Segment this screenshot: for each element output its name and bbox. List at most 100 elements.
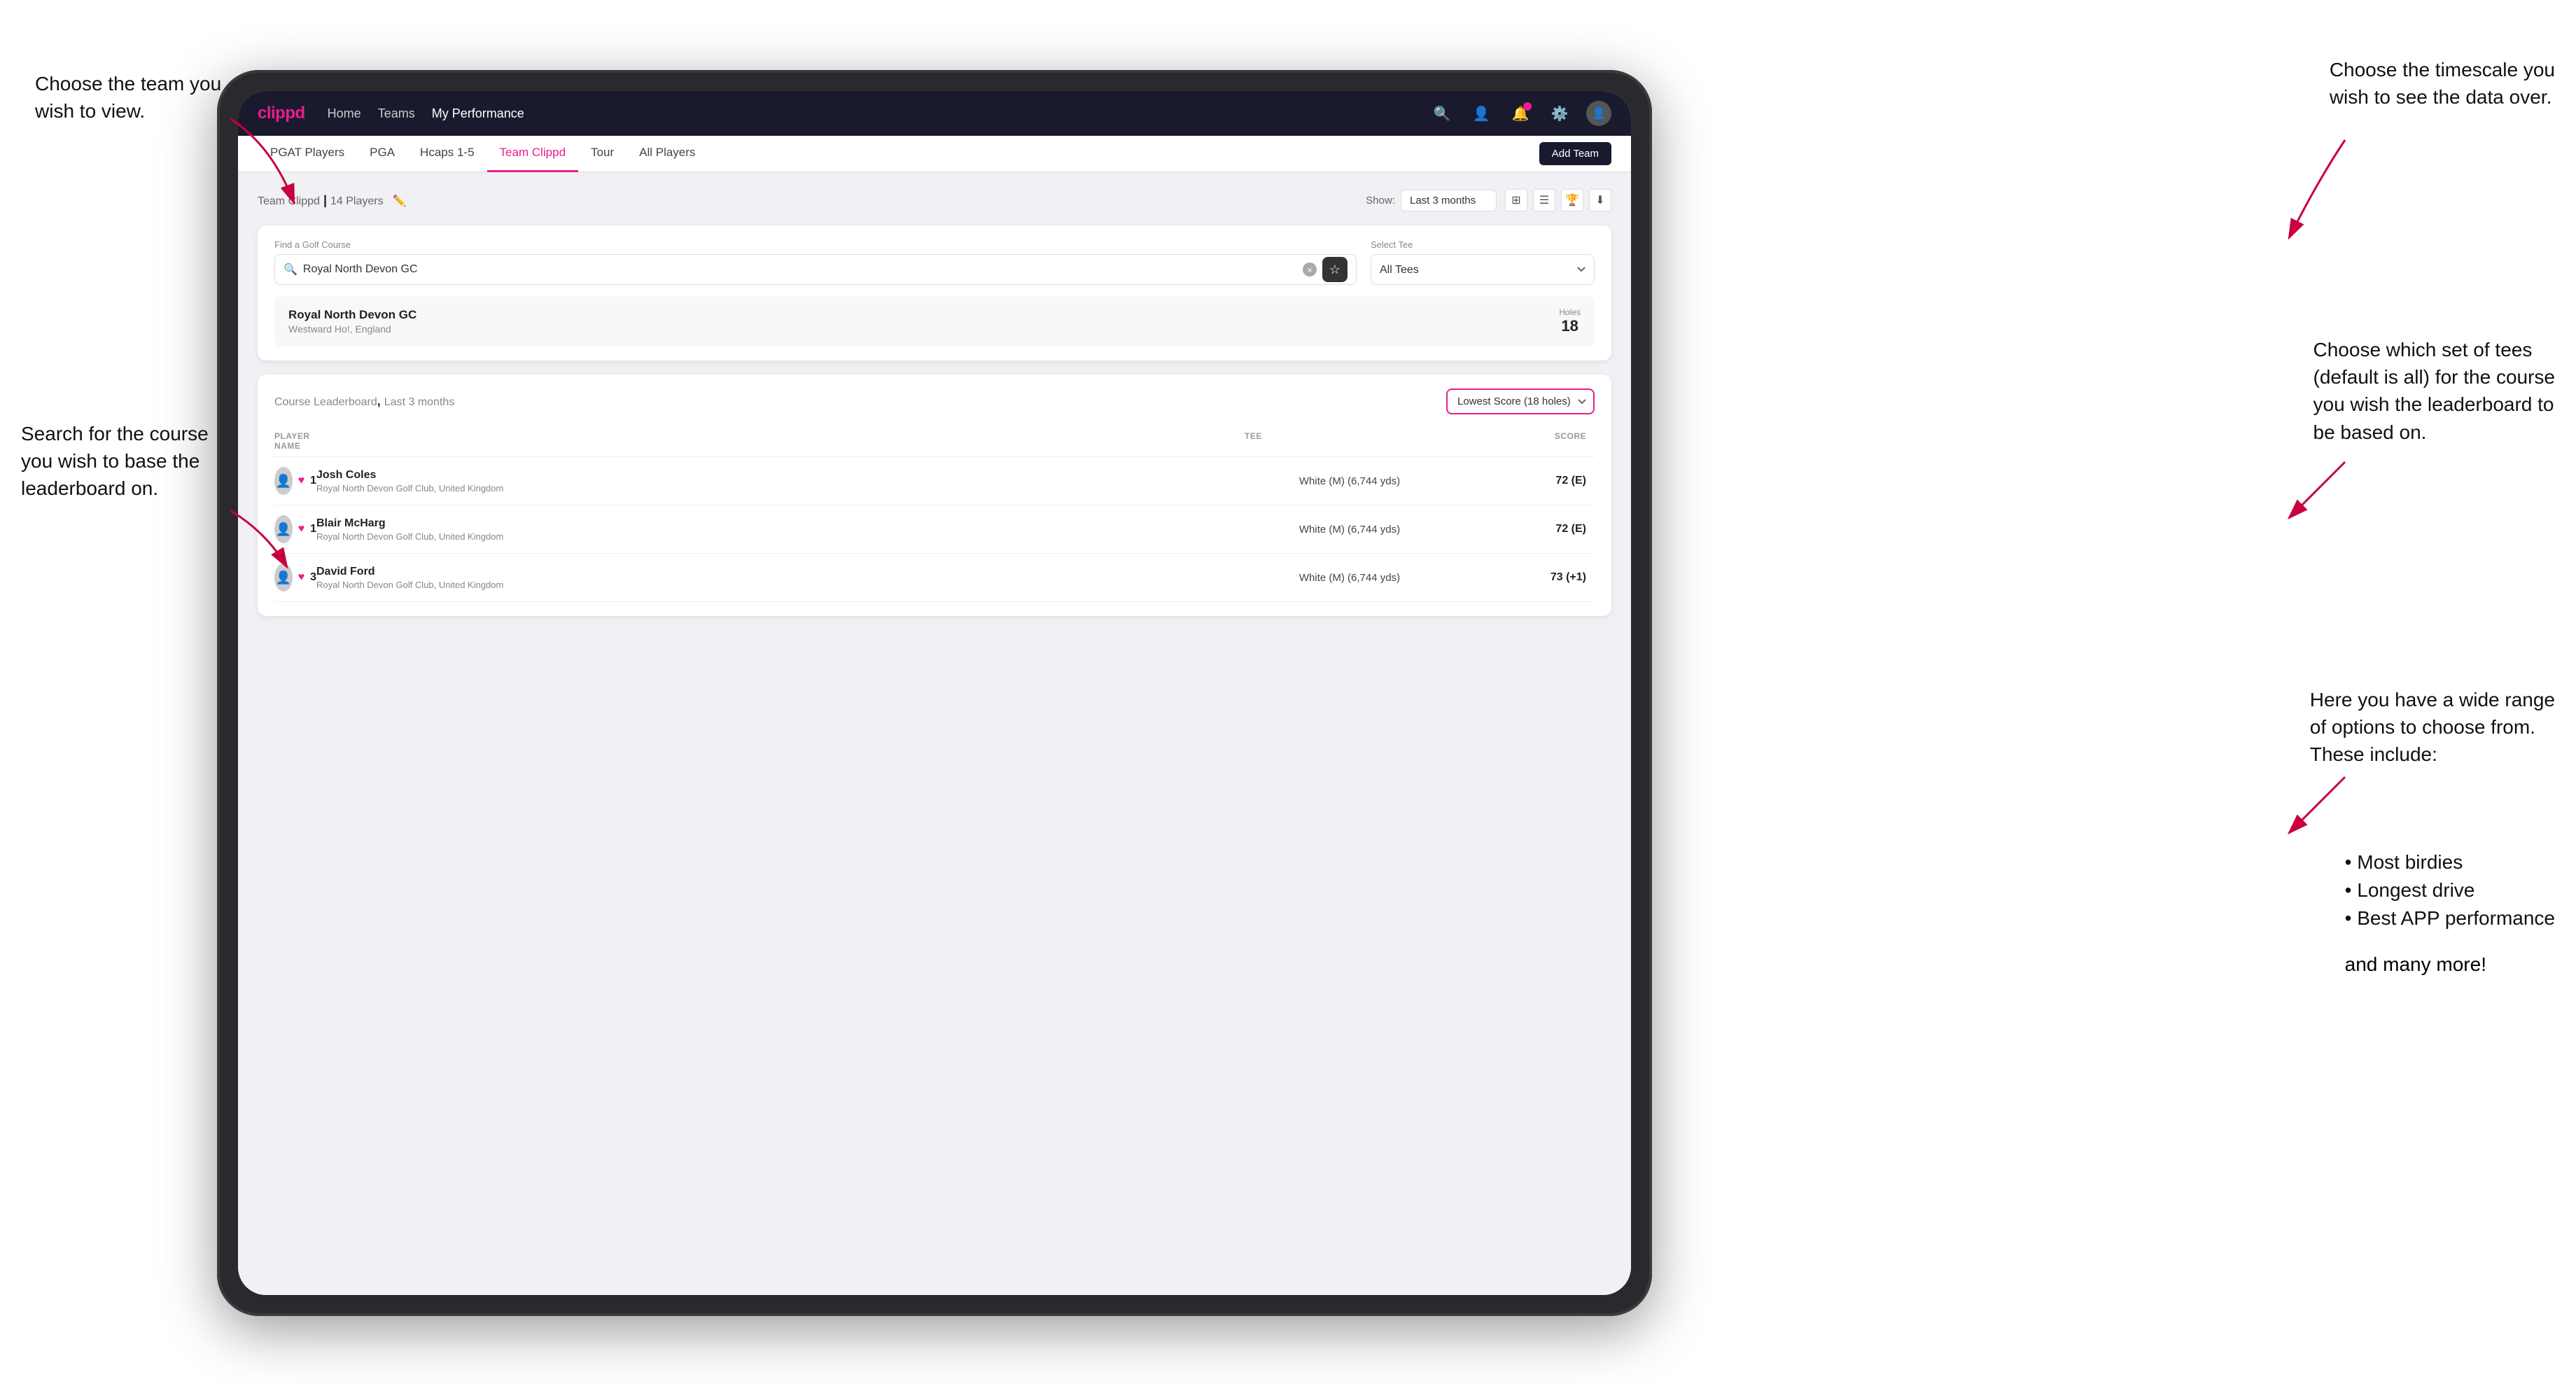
tee-select[interactable]: All Tees bbox=[1371, 254, 1595, 285]
player-club-3: Royal North Devon Golf Club, United King… bbox=[316, 580, 503, 590]
show-dropdown[interactable]: Last 3 months bbox=[1401, 190, 1497, 211]
table-header: PLAYER NAME TEE SCORE bbox=[274, 426, 1595, 457]
leaderboard-header: Course Leaderboard, Last 3 months Lowest… bbox=[274, 388, 1595, 414]
and-many-more: and many more! bbox=[2345, 953, 2555, 976]
player-name-3: David Ford bbox=[316, 566, 503, 578]
avatar-3: 👤 bbox=[274, 564, 293, 592]
leaderboard-section: Course Leaderboard, Last 3 months Lowest… bbox=[258, 374, 1611, 616]
search-button[interactable]: 🔍 bbox=[1429, 101, 1455, 126]
tablet-screen: clippd Home Teams My Performance 🔍 👤 🔔 ⚙… bbox=[238, 91, 1631, 1295]
player-info-3: David Ford Royal North Devon Golf Club, … bbox=[316, 566, 503, 590]
people-button[interactable]: 👤 bbox=[1469, 101, 1494, 126]
avatar-2: 👤 bbox=[274, 515, 293, 543]
download-button[interactable]: ⬇ bbox=[1589, 189, 1611, 211]
course-search-input[interactable] bbox=[303, 263, 1303, 276]
rank-2: 1 bbox=[310, 523, 316, 536]
bullet-list-container: Most birdies Longest drive Best APP perf… bbox=[2345, 840, 2555, 976]
col-tee: TEE bbox=[1245, 431, 1455, 451]
list-view-button[interactable]: ☰ bbox=[1533, 189, 1555, 211]
score-type-dropdown[interactable]: Lowest Score (18 holes) bbox=[1446, 388, 1595, 414]
arrow-options bbox=[2275, 763, 2555, 847]
show-label: Show: bbox=[1366, 195, 1395, 206]
holes-number: 18 bbox=[1559, 317, 1581, 335]
tee-cell-1: White (M) (6,744 yds) bbox=[1245, 475, 1455, 487]
clear-search-button[interactable]: × bbox=[1303, 262, 1317, 276]
heart-icon-2: ♥ bbox=[298, 523, 305, 536]
holes-label: Holes bbox=[1559, 307, 1581, 317]
tee-label: Select Tee bbox=[1371, 239, 1595, 250]
leaderboard-table: PLAYER NAME TEE SCORE 👤 ♥ 1 bbox=[274, 426, 1595, 602]
subnav-team-clippd[interactable]: Team Clippd bbox=[487, 136, 579, 172]
arrow-timescale bbox=[2275, 126, 2555, 266]
nav-my-performance[interactable]: My Performance bbox=[432, 106, 524, 121]
annotation-search-course: Search for the courseyou wish to base th… bbox=[21, 420, 209, 503]
arrow-tees bbox=[2275, 448, 2555, 532]
col-score: SCORE bbox=[1455, 431, 1595, 451]
table-row: 👤 ♥ 1 Blair McHarg Royal North Devon Gol… bbox=[274, 505, 1595, 554]
rank-cell-1: 👤 ♥ 1 bbox=[274, 467, 316, 495]
tee-cell-2: White (M) (6,744 yds) bbox=[1245, 524, 1455, 536]
score-cell-1: 72 (E) bbox=[1455, 475, 1595, 487]
notifications-button[interactable]: 🔔 bbox=[1508, 101, 1533, 126]
score-cell-2: 72 (E) bbox=[1455, 523, 1595, 536]
table-row: 👤 ♥ 1 Josh Coles Royal North Devon Golf … bbox=[274, 457, 1595, 505]
rank-cell-3: 👤 ♥ 3 bbox=[274, 564, 316, 592]
tablet-frame: clippd Home Teams My Performance 🔍 👤 🔔 ⚙… bbox=[217, 70, 1652, 1316]
avatar[interactable]: 👤 bbox=[1586, 101, 1611, 126]
course-location: Westward Ho!, England bbox=[288, 323, 416, 335]
bullet-most-birdies: Most birdies bbox=[2345, 848, 2555, 876]
tee-cell-3: White (M) (6,744 yds) bbox=[1245, 572, 1455, 584]
heart-icon-1: ♥ bbox=[298, 475, 305, 487]
rank-3: 3 bbox=[310, 571, 316, 584]
settings-button[interactable]: ⚙️ bbox=[1547, 101, 1572, 126]
nav-home[interactable]: Home bbox=[328, 106, 361, 121]
edit-icon[interactable]: ✏️ bbox=[393, 195, 407, 207]
player-name-2: Blair McHarg bbox=[316, 517, 503, 530]
annotation-options: Here you have a wide rangeof options to … bbox=[2310, 686, 2555, 769]
course-result: Royal North Devon GC Westward Ho!, Engla… bbox=[274, 296, 1595, 346]
add-team-button[interactable]: Add Team bbox=[1539, 142, 1611, 165]
search-input-wrap: 🔍 × ☆ bbox=[274, 254, 1357, 285]
nav-bar: clippd Home Teams My Performance 🔍 👤 🔔 ⚙… bbox=[238, 91, 1631, 136]
annotation-tees: Choose which set of tees(default is all)… bbox=[2314, 336, 2556, 446]
player-name-1: Josh Coles bbox=[316, 469, 503, 482]
rank-1: 1 bbox=[310, 475, 316, 487]
holes-box: Holes 18 bbox=[1559, 307, 1581, 335]
team-title: Team Clippd | 14 Players ✏️ bbox=[258, 193, 1366, 208]
nav-icons: 🔍 👤 🔔 ⚙️ 👤 bbox=[1429, 101, 1611, 126]
player-club-2: Royal North Devon Golf Club, United King… bbox=[316, 531, 503, 542]
grid-view-button[interactable]: ⊞ bbox=[1505, 189, 1527, 211]
view-icons: ⊞ ☰ 🏆 ⬇ bbox=[1505, 189, 1611, 211]
bullet-best-app: Best APP performance bbox=[2345, 904, 2555, 932]
leaderboard-title: Course Leaderboard, Last 3 months bbox=[274, 394, 1446, 409]
heart-icon-3: ♥ bbox=[298, 571, 305, 584]
subnav-pgat[interactable]: PGAT Players bbox=[258, 136, 357, 172]
col-placeholder bbox=[316, 431, 1245, 451]
nav-teams[interactable]: Teams bbox=[378, 106, 415, 121]
rank-cell-2: 👤 ♥ 1 bbox=[274, 515, 316, 543]
subnav-hcaps[interactable]: Hcaps 1-5 bbox=[407, 136, 486, 172]
avatar-1: 👤 bbox=[274, 467, 293, 495]
trophy-view-button[interactable]: 🏆 bbox=[1561, 189, 1583, 211]
find-course-col: Find a Golf Course 🔍 × ☆ bbox=[274, 239, 1357, 285]
find-course-label: Find a Golf Course bbox=[274, 239, 1357, 250]
subnav-all-players[interactable]: All Players bbox=[626, 136, 708, 172]
search-icon: 🔍 bbox=[284, 262, 298, 276]
subnav-pga[interactable]: PGA bbox=[357, 136, 407, 172]
tee-select-col: Select Tee All Tees bbox=[1371, 239, 1595, 285]
table-row: 👤 ♥ 3 David Ford Royal North Devon Golf … bbox=[274, 554, 1595, 602]
score-cell-3: 73 (+1) bbox=[1455, 571, 1595, 584]
player-info-1: Josh Coles Royal North Devon Golf Club, … bbox=[316, 469, 503, 493]
logo: clippd bbox=[258, 104, 305, 123]
course-name: Royal North Devon GC bbox=[288, 308, 416, 322]
bullet-longest-drive: Longest drive bbox=[2345, 876, 2555, 904]
player-cell-1: Josh Coles Royal North Devon Golf Club, … bbox=[316, 469, 1245, 493]
team-header-row: Team Clippd | 14 Players ✏️ Show: Last 3… bbox=[258, 189, 1611, 211]
annotation-timescale: Choose the timescale youwish to see the … bbox=[2330, 56, 2555, 111]
player-cell-3: David Ford Royal North Devon Golf Club, … bbox=[316, 566, 1245, 590]
subnav-tour[interactable]: Tour bbox=[578, 136, 626, 172]
sub-nav: PGAT Players PGA Hcaps 1-5 Team Clippd T… bbox=[238, 136, 1631, 172]
annotation-choose-team: Choose the team you wish to view. bbox=[35, 70, 259, 125]
player-info-2: Blair McHarg Royal North Devon Golf Club… bbox=[316, 517, 503, 542]
favorite-button[interactable]: ☆ bbox=[1322, 257, 1348, 282]
